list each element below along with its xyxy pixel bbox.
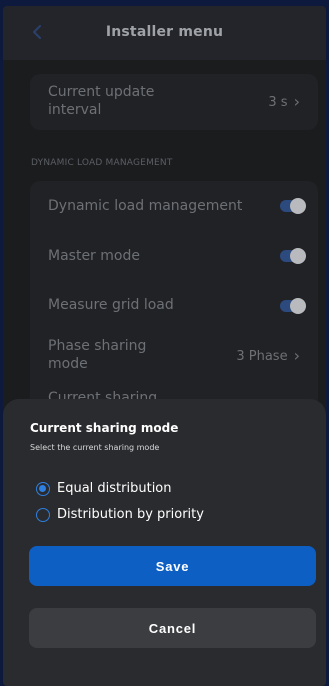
chevron-right-icon: ›: [293, 346, 300, 365]
master-mode-row[interactable]: Master mode: [30, 231, 318, 281]
page-title: Installer menu: [105, 24, 224, 40]
option-label: Distribution by priority: [57, 507, 204, 522]
update-interval-value-group: 3 s ›: [268, 94, 300, 110]
sheet-content: Current sharing mode Select the current …: [30, 399, 300, 522]
current-sharing-mode-sheet: Current sharing mode Select the current …: [3, 399, 326, 686]
master-mode-toggle[interactable]: [280, 248, 306, 264]
dlm-label: Dynamic load management: [48, 198, 243, 214]
dlm-toggle[interactable]: [280, 198, 306, 214]
sheet-subtitle: Select the current sharing mode: [30, 443, 160, 452]
radio-selected-icon[interactable]: [36, 481, 50, 496]
measure-grid-load-row[interactable]: Measure grid load: [30, 281, 318, 331]
toggle-knob: [290, 198, 306, 214]
update-interval-label: Current update interval: [48, 84, 155, 118]
phase-sharing-value-group: 3 Phase ›: [236, 348, 300, 364]
update-interval-value: 3 s: [268, 94, 288, 110]
sheet-title: Current sharing mode: [30, 421, 179, 435]
toggle-knob: [290, 248, 306, 264]
section-header-dlm: DYNAMIC LOAD MANAGEMENT: [31, 158, 173, 168]
option-distribution-by-priority[interactable]: Distribution by priority: [36, 507, 204, 522]
save-button[interactable]: Save: [29, 546, 316, 586]
option-equal-distribution[interactable]: Equal distribution: [36, 481, 172, 496]
measure-grid-load-label: Measure grid load: [48, 297, 174, 313]
radio-unselected-icon[interactable]: [36, 507, 50, 522]
toggle-knob: [290, 298, 306, 314]
option-label: Equal distribution: [57, 481, 172, 496]
installer-menu-screen: Installer menu Current update interval 3…: [3, 6, 326, 686]
header-bar: Installer menu: [3, 6, 326, 60]
update-interval-row[interactable]: Current update interval 3 s ›: [30, 74, 318, 130]
dlm-toggle-row[interactable]: Dynamic load management: [30, 181, 318, 231]
measure-grid-load-toggle[interactable]: [280, 298, 306, 314]
dlm-settings-card: Dynamic load management Master mode Meas…: [30, 181, 318, 411]
cancel-button[interactable]: Cancel: [29, 608, 316, 648]
chevron-right-icon: ›: [293, 92, 300, 111]
phase-sharing-value: 3 Phase: [236, 348, 288, 364]
phase-sharing-label: Phase sharing mode: [48, 338, 147, 372]
master-mode-label: Master mode: [48, 248, 140, 264]
phase-sharing-row[interactable]: Phase sharing mode 3 Phase ›: [30, 331, 318, 387]
